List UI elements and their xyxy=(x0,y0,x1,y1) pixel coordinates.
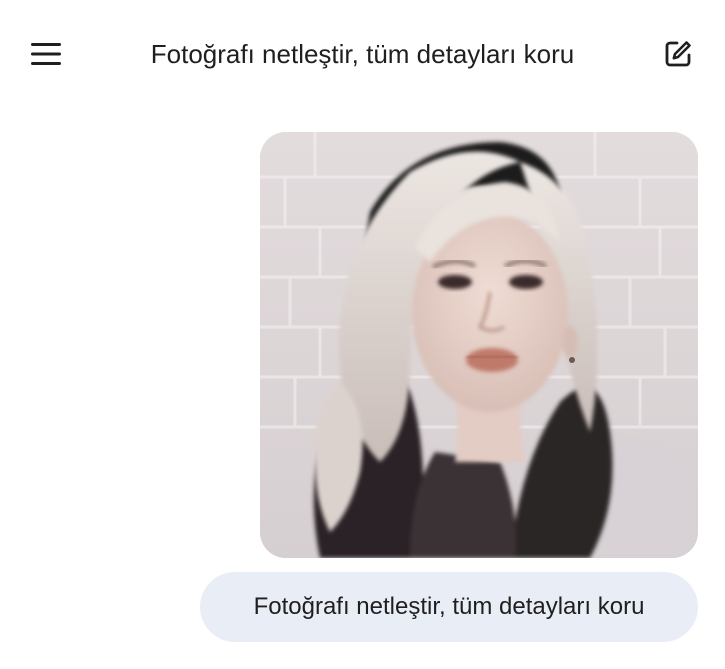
app-bar: Fotoğrafı netleştir, tüm detayları koru xyxy=(0,0,725,106)
menu-button[interactable] xyxy=(23,31,69,77)
portrait-photo xyxy=(260,132,698,558)
new-chat-button[interactable] xyxy=(654,30,702,78)
edit-square-icon xyxy=(663,39,693,69)
user-message-text: Fotoğrafı netleştir, tüm detayları koru xyxy=(253,593,645,620)
user-image-attachment[interactable] xyxy=(260,132,698,558)
chat-area: Fotoğrafı netleştir, tüm detayları koru xyxy=(0,106,725,669)
page-title: Fotoğrafı netleştir, tüm detayları koru xyxy=(150,39,575,69)
user-message-bubble: Fotoğrafı netleştir, tüm detayları koru xyxy=(200,572,698,642)
hamburger-menu-icon xyxy=(31,43,61,65)
